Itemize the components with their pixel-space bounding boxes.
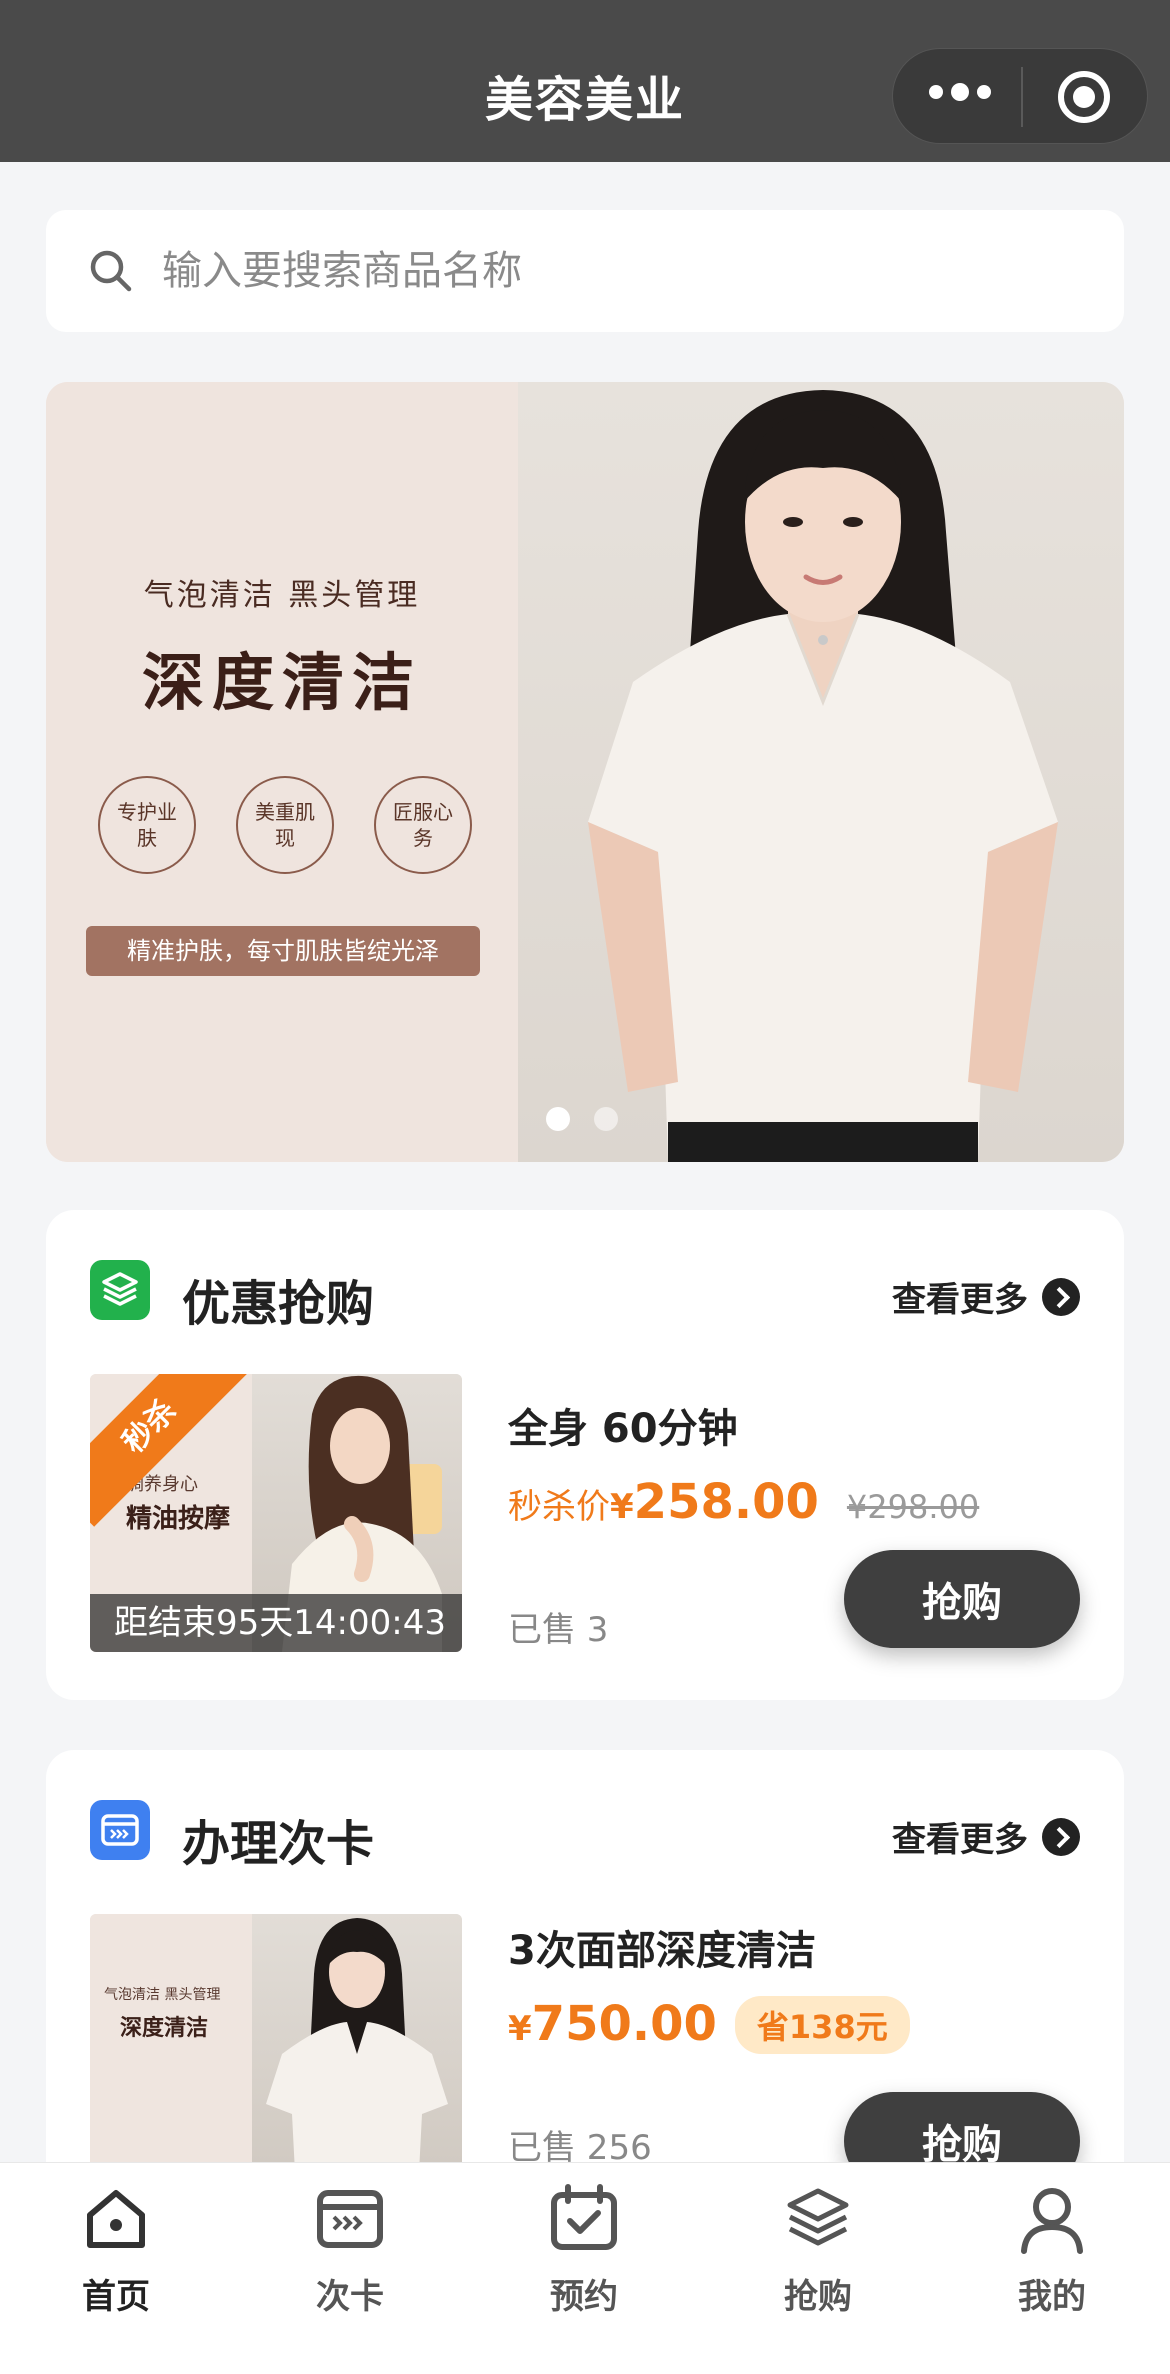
chevron-right-icon (1042, 1817, 1080, 1856)
tab-flash-sale[interactable]: 抢购 (738, 2183, 898, 2318)
banner-title: 深度清洁 (141, 646, 422, 719)
chevron-right-icon (1042, 1277, 1080, 1316)
sale-price: 258.00 (633, 1474, 819, 1530)
view-more-link[interactable]: 查看更多 (892, 1272, 1080, 1321)
capsule-divider (1021, 67, 1023, 127)
price-row: 秒杀价 ¥ 258.00 ¥298.00 (508, 1474, 979, 1530)
section-title: 办理次卡 (182, 1816, 375, 1872)
app-header: 美容美业 (0, 0, 1170, 162)
buy-button[interactable]: 抢购 (844, 1550, 1080, 1648)
original-price: ¥298.00 (846, 1488, 980, 1526)
view-more-label: 查看更多 (892, 1280, 1028, 1320)
currency-symbol: ¥ (508, 2009, 532, 2049)
savings-badge: 省138元 (734, 1996, 910, 2054)
tab-label: 次卡 (316, 2277, 384, 2317)
sold-count: 已售 3 (508, 1610, 609, 1650)
user-icon (1021, 2188, 1083, 2254)
home-icon (87, 2190, 145, 2248)
thumbnail-subtitle: 气泡清洁 黑头管理 (104, 1987, 221, 2003)
tab-card[interactable]: 次卡 (270, 2183, 430, 2318)
card-icon (90, 1800, 150, 1860)
product-thumbnail[interactable]: 调养身心 精油按摩 秒杀 距结束95天14:00:43 (90, 1374, 462, 1652)
view-more-label: 查看更多 (892, 1820, 1028, 1860)
tab-label: 抢购 (784, 2277, 852, 2317)
banner-model-photo (518, 382, 1124, 1162)
banner-indicator-dot[interactable] (594, 1107, 618, 1131)
banner-badge: 美重肌现 (236, 776, 334, 874)
price-label: 秒杀价 (508, 1487, 610, 1527)
thumbnail-title: 深度清洁 (120, 2015, 209, 2041)
thumbnail-text-panel: 气泡清洁 黑头管理 深度清洁 (90, 1914, 252, 2192)
currency-symbol: ¥ (610, 1487, 634, 1527)
banner-badge: 匠服心务 (374, 776, 472, 874)
view-more-link[interactable]: 查看更多 (892, 1812, 1080, 1861)
bottom-tab-bar: 首页 次卡 预约 抢购 我的 (0, 2162, 1170, 2374)
tab-home[interactable]: 首页 (36, 2183, 196, 2318)
tab-label: 首页 (82, 2277, 150, 2317)
tab-label: 预约 (550, 2277, 618, 2317)
thumbnail-title: 精油按摩 (126, 1504, 231, 1534)
banner-indicators[interactable] (546, 1107, 618, 1131)
thumbnail-photo (252, 1914, 462, 2192)
tab-label: 我的 (1018, 2277, 1086, 2317)
section-title: 优惠抢购 (182, 1276, 375, 1332)
layers-icon (90, 1260, 150, 1320)
search-icon (90, 250, 132, 292)
close-miniprogram-icon[interactable] (1058, 71, 1110, 123)
more-icon[interactable] (929, 83, 991, 101)
card-icon (317, 2190, 383, 2248)
section-header: 办理次卡 查看更多 (90, 1800, 1080, 1872)
product-thumbnail[interactable]: 气泡清洁 黑头管理 深度清洁 (90, 1914, 462, 2192)
price-row: ¥ 750.00 省138元 (508, 1996, 910, 2054)
layers-icon (787, 2188, 849, 2246)
banner-badge: 专护业肤 (98, 776, 196, 874)
banner-badges: 专护业肤 美重肌现 匠服心务 (98, 776, 472, 874)
tab-profile[interactable]: 我的 (972, 2183, 1132, 2318)
flash-sale-section: 优惠抢购 查看更多 调养身心 精油按摩 秒杀 距结束95天14:00:43 全身… (46, 1210, 1124, 1700)
banner-text-panel: 气泡清洁 黑头管理 深度清洁 专护业肤 美重肌现 匠服心务 精准护肤，每寸肌肤皆… (46, 382, 518, 1162)
banner-subtitle: 气泡清洁 黑头管理 (143, 578, 421, 613)
calendar-icon (551, 2184, 617, 2250)
banner-indicator-dot[interactable] (546, 1107, 570, 1131)
product-name[interactable]: 3次面部深度清洁 (508, 1918, 816, 1976)
tab-booking[interactable]: 预约 (504, 2183, 664, 2318)
card-price: 750.00 (531, 1996, 717, 2052)
banner-tagline: 精准护肤，每寸肌肤皆绽光泽 (86, 926, 480, 976)
search-bar[interactable] (46, 210, 1124, 332)
product-name[interactable]: 全身 60分钟 (508, 1396, 738, 1454)
search-input[interactable] (162, 238, 1062, 304)
promo-banner[interactable]: 气泡清洁 黑头管理 深度清洁 专护业肤 美重肌现 匠服心务 精准护肤，每寸肌肤皆… (46, 382, 1124, 1162)
miniprogram-capsule (892, 48, 1148, 144)
section-header: 优惠抢购 查看更多 (90, 1260, 1080, 1332)
countdown-timer: 距结束95天14:00:43 (90, 1594, 462, 1652)
